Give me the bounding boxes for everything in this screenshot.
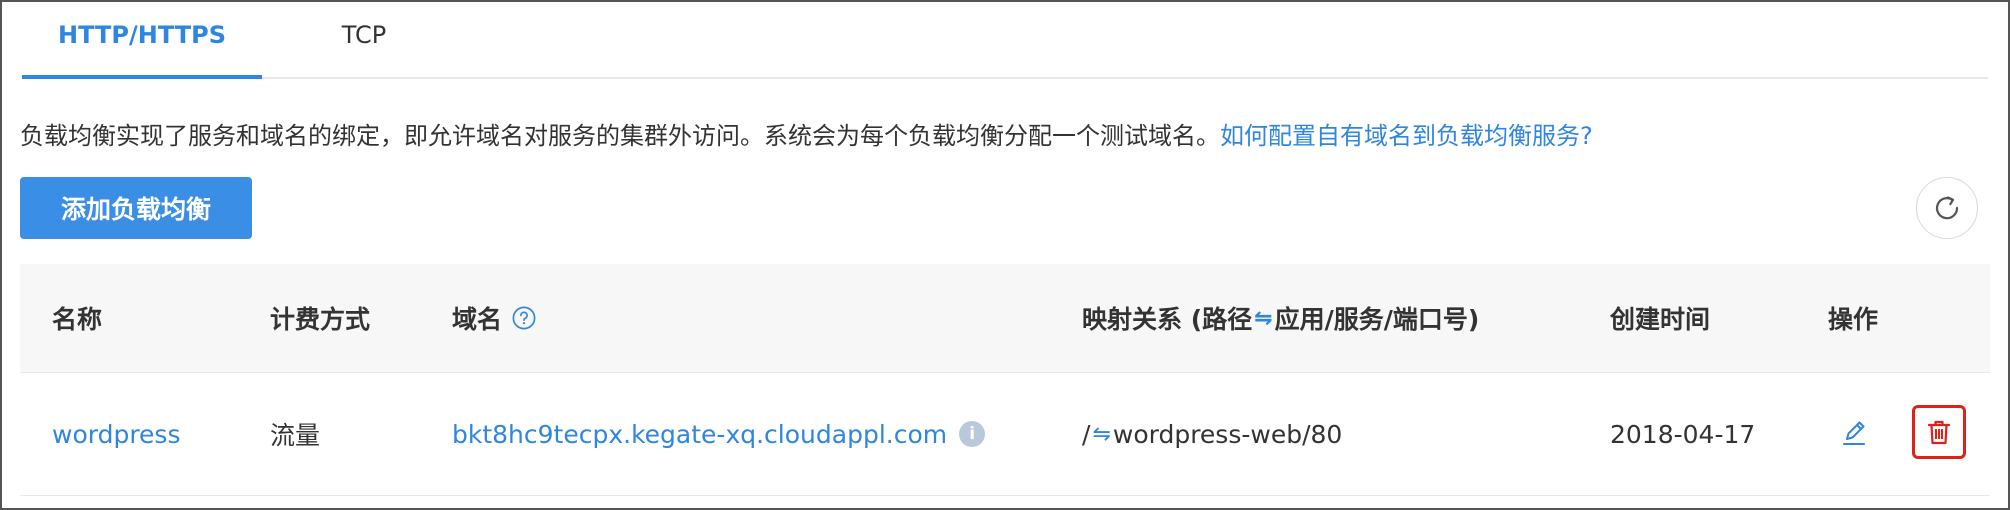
refresh-button[interactable]: [1916, 177, 1978, 239]
trash-icon: [1927, 420, 1951, 445]
row-domain: bkt8hc9tecpx.kegate-xq.cloudappl.com i: [452, 373, 986, 495]
add-load-balancer-button[interactable]: 添加负载均衡: [20, 177, 252, 239]
info-icon[interactable]: i: [959, 421, 986, 447]
tab-http-https-label: HTTP/HTTPS: [58, 21, 226, 49]
row-name-link[interactable]: wordpress: [52, 373, 180, 495]
header-billing: 计费方式: [270, 305, 371, 334]
description: 负载均衡实现了服务和域名的绑定，即允许域名对服务的集群外访问。系统会为每个负载均…: [20, 116, 1593, 151]
swap-arrows-icon: ⇋: [1254, 305, 1273, 331]
table-row: wordpress 流量 bkt8hc9tecpx.kegate-xq.clou…: [20, 373, 1990, 496]
row-domain-link[interactable]: bkt8hc9tecpx.kegate-xq.cloudappl.com: [452, 420, 947, 449]
edit-button[interactable]: [1834, 413, 1874, 453]
question-circle-icon[interactable]: [512, 306, 536, 330]
tab-http-https[interactable]: HTTP/HTTPS: [22, 2, 262, 79]
row-created: 2018-04-17: [1610, 419, 1756, 449]
help-link[interactable]: 如何配置自有域名到负载均衡服务?: [1220, 122, 1593, 150]
header-mapping-suffix: 应用/服务/端口号): [1274, 305, 1480, 334]
delete-button[interactable]: [1912, 405, 1966, 459]
header-operations: 操作: [1828, 305, 1879, 334]
header-domain-label: 域名: [452, 305, 503, 334]
header-domain: 域名: [452, 264, 536, 372]
refresh-icon: [1935, 196, 1959, 220]
tab-tcp-label: TCP: [341, 21, 387, 49]
load-balancer-table: 名称 计费方式 域名 映射关系 (路径 ⇋ 应用/服务/端口号) 创建时间 操作: [20, 264, 1990, 496]
pencil-icon: [1843, 421, 1865, 445]
row-mapping-target: wordpress-web/80: [1112, 419, 1343, 449]
row-mapping: / ⇋ wordpress-web/80: [1082, 373, 1342, 495]
load-balancer-panel: HTTP/HTTPS TCP 负载均衡实现了服务和域名的绑定，即允许域名对服务的…: [0, 0, 2010, 510]
row-billing: 流量: [270, 421, 321, 450]
header-mapping: 映射关系 (路径 ⇋ 应用/服务/端口号): [1082, 264, 1479, 372]
header-created: 创建时间: [1610, 305, 1711, 334]
description-text: 负载均衡实现了服务和域名的绑定，即允许域名对服务的集群外访问。系统会为每个负载均…: [20, 122, 1220, 150]
header-name: 名称: [52, 305, 103, 334]
header-mapping-prefix: 映射关系 (路径: [1082, 305, 1253, 334]
tab-bar: HTTP/HTTPS TCP: [22, 2, 1988, 79]
tab-tcp[interactable]: TCP: [304, 2, 424, 77]
swap-arrows-icon: ⇋: [1092, 421, 1111, 447]
row-mapping-path: /: [1082, 419, 1091, 449]
table-header: 名称 计费方式 域名 映射关系 (路径 ⇋ 应用/服务/端口号) 创建时间 操作: [20, 264, 1990, 373]
active-tab-indicator: [22, 75, 262, 79]
